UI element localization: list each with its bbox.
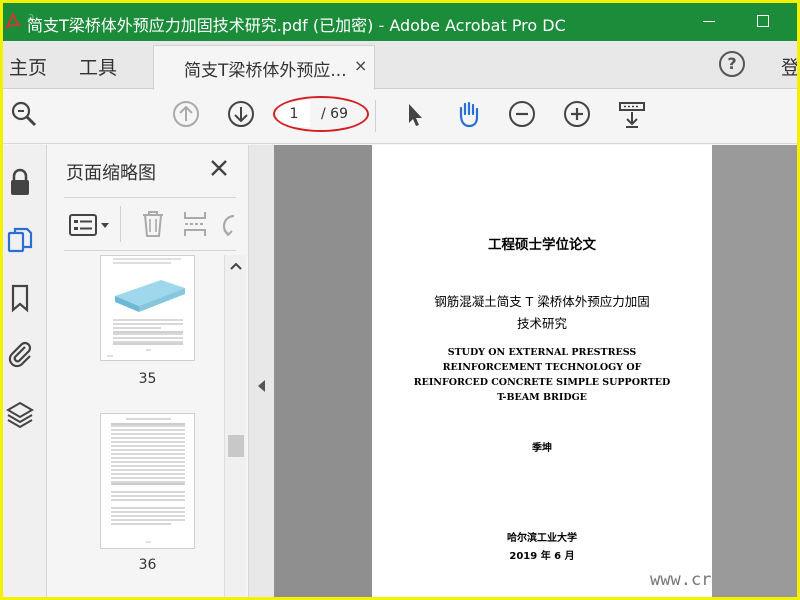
insert-page-icon[interactable] bbox=[182, 210, 208, 238]
panel-divider bbox=[120, 206, 121, 242]
doc-title-zh-line1: 钢筋混凝土简支 T 梁桥体外预应力加固 bbox=[434, 294, 650, 309]
document-view[interactable]: 工程硕士学位论文 钢筋混凝土简支 T 梁桥体外预应力加固 技术研究 STUDY … bbox=[274, 145, 797, 597]
panel-title: 页面缩略图 bbox=[66, 163, 156, 184]
help-icon[interactable]: ? bbox=[719, 51, 745, 77]
annotation-circle bbox=[273, 96, 369, 132]
delete-icon[interactable] bbox=[140, 210, 166, 238]
document-page: 工程硕士学位论文 钢筋混凝土简支 T 梁桥体外预应力加固 技术研究 STUDY … bbox=[372, 145, 712, 597]
page-thumbnails-icon[interactable] bbox=[5, 225, 35, 255]
title-bar: ∂ 简支T梁桥体外预应力加固技术研究.pdf (已加密) - Adobe Acr… bbox=[3, 3, 797, 41]
thumbnail-scrollbar[interactable] bbox=[224, 255, 246, 597]
thumbnail-page-35[interactable] bbox=[100, 255, 195, 361]
rotate-icon[interactable] bbox=[220, 210, 236, 238]
hand-tool-icon[interactable] bbox=[453, 99, 483, 129]
thumbnail-image bbox=[111, 418, 185, 543]
collapse-panel-icon[interactable] bbox=[258, 380, 265, 392]
thumbnail-options-icon[interactable] bbox=[68, 212, 112, 238]
select-cursor-icon[interactable] bbox=[399, 99, 429, 129]
maximize-button[interactable] bbox=[757, 15, 769, 27]
scroll-mode-icon[interactable] bbox=[617, 99, 647, 129]
doc-author: 季坤 bbox=[532, 443, 552, 454]
menu-tools[interactable]: 工具 bbox=[79, 53, 117, 80]
navigation-rail bbox=[3, 145, 47, 597]
doc-title-en-line2: REINFORCEMENT TECHNOLOGY OF bbox=[442, 362, 642, 373]
doc-title-en-line4: T-BEAM BRIDGE bbox=[497, 392, 587, 403]
tab-close-button[interactable]: × bbox=[354, 56, 367, 75]
thumbnail-page-number: 36 bbox=[138, 557, 157, 573]
doc-title-en-line1: STUDY ON EXTERNAL PRESTRESS bbox=[447, 347, 637, 358]
close-icon[interactable] bbox=[208, 157, 230, 179]
thumbnail-panel: 页面缩略图 35 36 bbox=[48, 145, 248, 597]
chevron-up-icon[interactable] bbox=[228, 259, 244, 273]
next-page-icon[interactable] bbox=[226, 99, 256, 129]
acrobat-window: ∂ 简支T梁桥体外预应力加固技术研究.pdf (已加密) - Adobe Acr… bbox=[3, 3, 797, 597]
document-margin bbox=[712, 145, 797, 597]
zoom-search-icon[interactable] bbox=[9, 99, 39, 129]
minimize-button[interactable] bbox=[703, 21, 715, 22]
panel-toolbar bbox=[64, 197, 236, 251]
zoom-out-icon[interactable] bbox=[507, 99, 537, 129]
doc-university: 哈尔滨工业大学 bbox=[507, 533, 577, 544]
tab-document-label: 简支T梁桥体外预应... bbox=[184, 61, 347, 81]
doc-title-zh-line2: 技术研究 bbox=[516, 316, 567, 331]
thumbnail-page-36[interactable] bbox=[100, 413, 195, 549]
tab-bar: 主页 工具 简支T梁桥体外预应... × ? 登 bbox=[3, 41, 797, 90]
lock-icon[interactable] bbox=[5, 167, 35, 197]
scrollbar-thumb[interactable] bbox=[228, 435, 244, 457]
thumbnail-image bbox=[107, 258, 185, 357]
thumbnail-list: 35 36 bbox=[48, 255, 248, 597]
previous-page-icon[interactable] bbox=[171, 99, 201, 129]
doc-title-en-line3: REINFORCED CONCRETE SIMPLE SUPPORTED bbox=[413, 377, 671, 388]
attachment-icon[interactable] bbox=[5, 339, 35, 369]
toolbar-divider bbox=[375, 100, 376, 132]
doc-date: 2019 年 6 月 bbox=[509, 551, 575, 562]
panel-splitter[interactable] bbox=[248, 145, 274, 597]
zoom-in-icon[interactable] bbox=[562, 99, 592, 129]
layers-icon[interactable] bbox=[5, 399, 35, 429]
doc-heading: 工程硕士学位论文 bbox=[488, 237, 596, 253]
login-link[interactable]: 登 bbox=[781, 53, 797, 80]
watermark: www.cr bbox=[650, 570, 712, 590]
thumbnail-page-number: 35 bbox=[138, 371, 157, 387]
tab-document[interactable]: 简支T梁桥体外预应... × bbox=[153, 45, 375, 90]
window-title: 简支T梁桥体外预应力加固技术研究.pdf (已加密) - Adobe Acrob… bbox=[27, 16, 566, 35]
toolbar: 1 / 69 bbox=[3, 90, 797, 144]
bookmark-icon[interactable] bbox=[5, 283, 35, 313]
menu-home[interactable]: 主页 bbox=[9, 53, 47, 80]
acrobat-logo-icon bbox=[5, 12, 21, 29]
